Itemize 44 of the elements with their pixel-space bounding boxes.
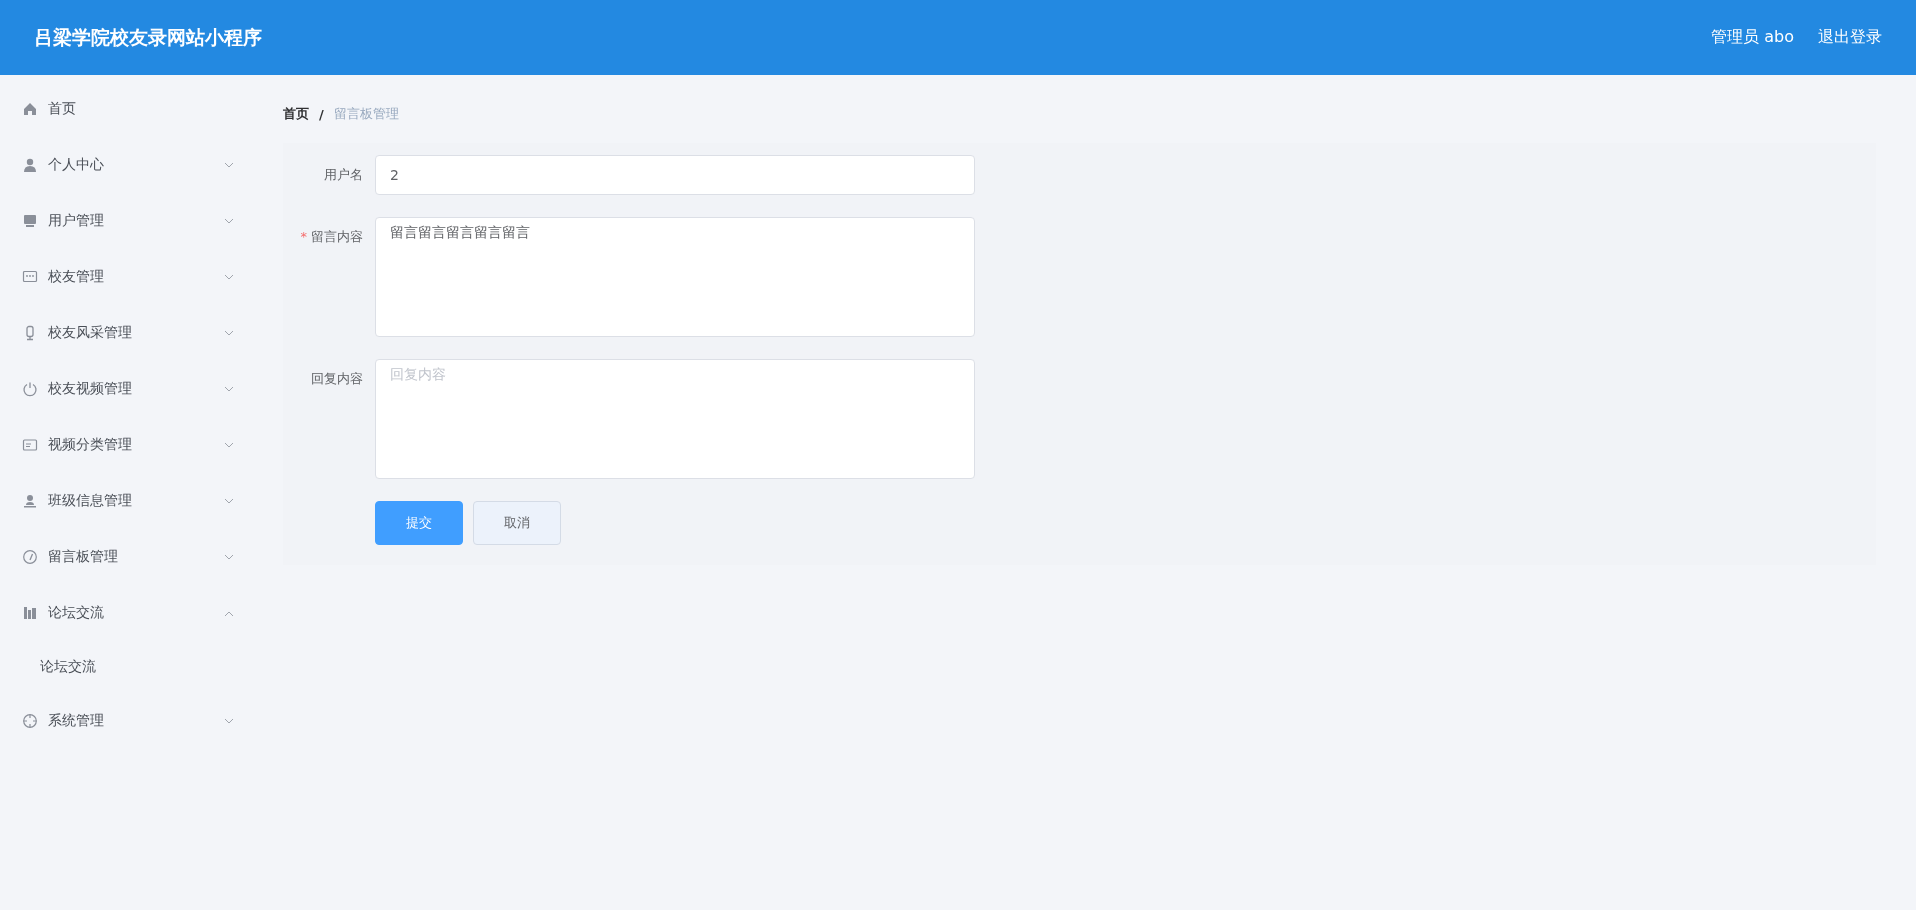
card-icon: [22, 437, 38, 453]
breadcrumb-separator: /: [319, 106, 324, 122]
cancel-button[interactable]: 取消: [473, 501, 561, 545]
sidebar-item[interactable]: 班级信息管理: [0, 473, 256, 529]
chevron-icon: [224, 217, 234, 225]
sidebar-item[interactable]: 视频分类管理: [0, 417, 256, 473]
sidebar-item[interactable]: 个人中心: [0, 137, 256, 193]
bars-icon: [22, 605, 38, 621]
logout-link[interactable]: 退出登录: [1818, 27, 1882, 48]
chevron-icon: [224, 385, 234, 393]
breadcrumb-item[interactable]: 首页: [283, 105, 309, 123]
text-input[interactable]: 2: [375, 155, 975, 195]
sidebar-item[interactable]: 论坛交流: [0, 585, 256, 641]
user-name: 管理员 abo: [1711, 27, 1794, 48]
sidebar-item[interactable]: 首页: [0, 81, 256, 137]
chevron-icon: [224, 717, 234, 725]
chevron-icon: [224, 273, 234, 281]
submenu-item[interactable]: 论坛交流: [40, 658, 96, 676]
sidebar-item[interactable]: 留言板管理: [0, 529, 256, 585]
text-area[interactable]: 留言留言留言留言留言: [375, 217, 975, 337]
crosshair-icon: [22, 713, 38, 729]
chevron-icon: [224, 161, 234, 169]
field-label: 用户名: [323, 166, 364, 184]
breadcrumb-item: 留言板管理: [333, 105, 399, 123]
field-label: 回复内容: [310, 370, 364, 388]
chevron-icon: [224, 553, 234, 561]
field-label: * 留言内容: [299, 228, 364, 246]
power-icon: [22, 381, 38, 397]
chat-icon: [22, 269, 38, 285]
sidebar-item[interactable]: 用户管理: [0, 193, 256, 249]
chevron-icon: [224, 497, 234, 505]
app-title: 吕梁学院校友录网站小程序: [34, 24, 263, 50]
chevron-icon: [224, 329, 234, 337]
sidebar-item[interactable]: 校友风采管理: [0, 305, 256, 361]
chevron-icon: [224, 441, 234, 449]
monitor-icon: [22, 213, 38, 229]
sidebar-item[interactable]: 校友视频管理: [0, 361, 256, 417]
home-icon: [22, 101, 38, 117]
person-icon: [22, 157, 38, 173]
sidebar-item[interactable]: 系统管理: [0, 693, 256, 749]
sidebar-item[interactable]: 校友管理: [0, 249, 256, 305]
user-stamp-icon: [22, 493, 38, 509]
gauge-icon: [22, 549, 38, 565]
chevron-icon: [224, 609, 234, 617]
